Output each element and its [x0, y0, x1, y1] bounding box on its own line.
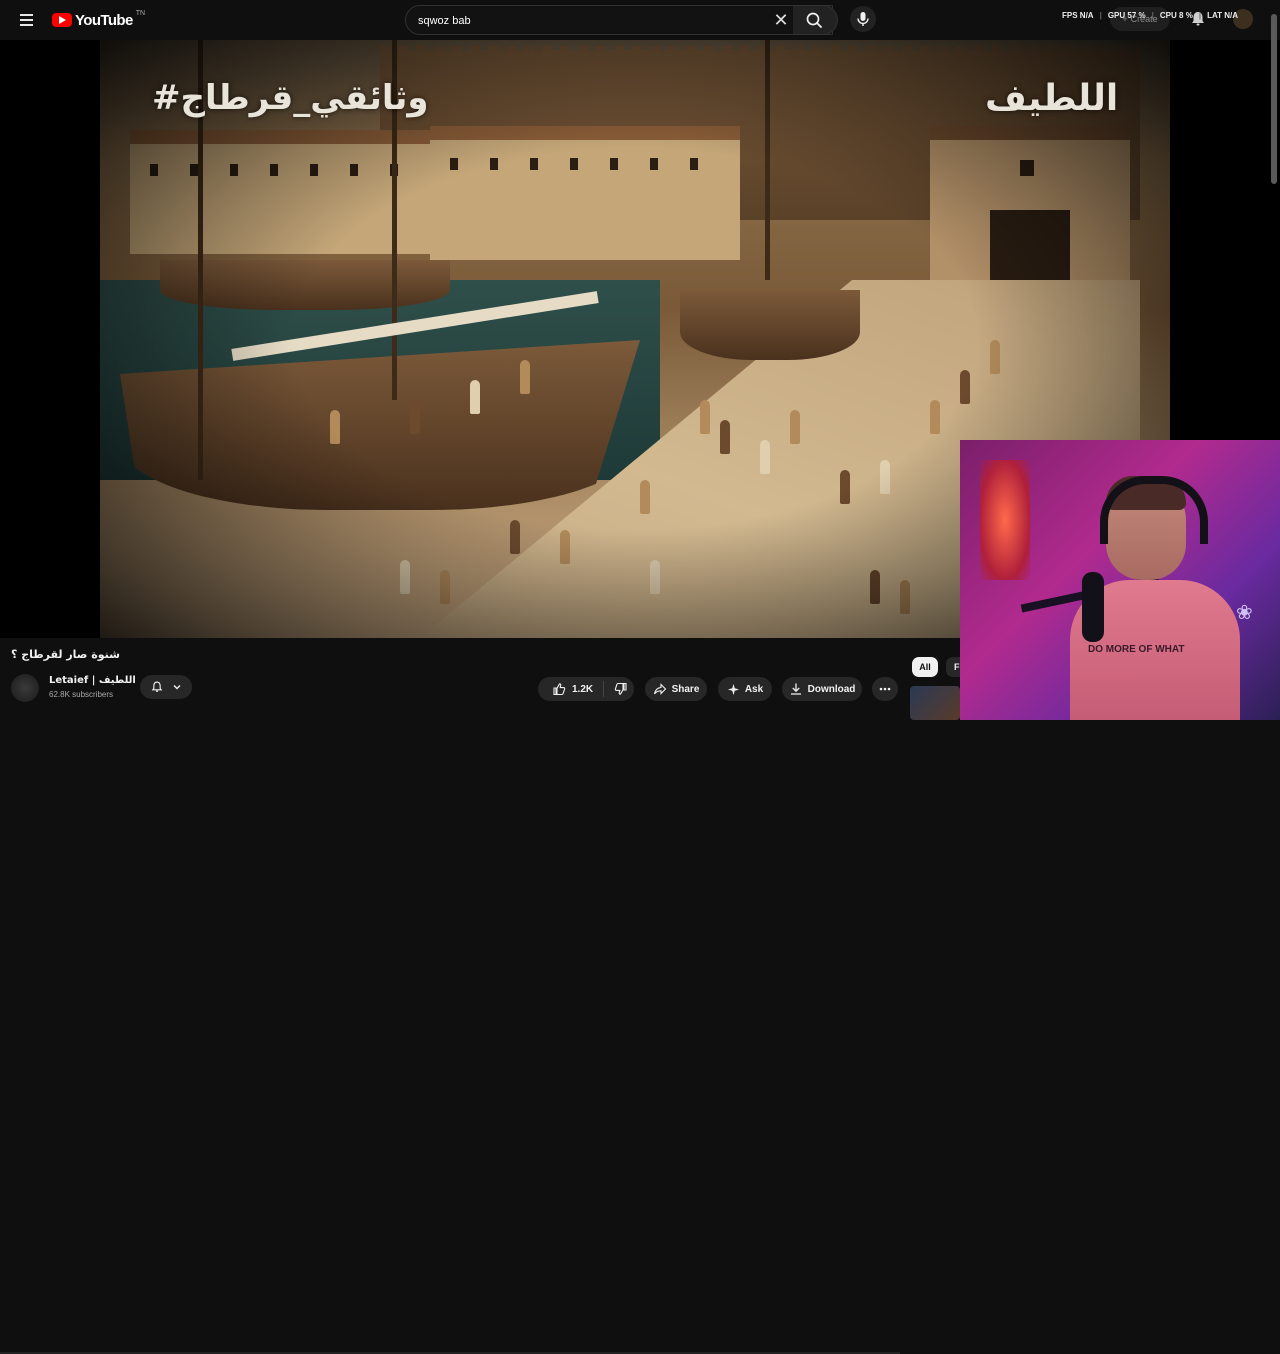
search-icon	[806, 12, 822, 28]
bell-icon	[151, 681, 163, 692]
video-info-panel: شنوة صار لقرطاج ؟ Letaief | اللطيف 62.8K…	[0, 638, 960, 1354]
share-label: Share	[671, 683, 700, 695]
streamer-webcam: DO MORE OF WHAT ❀	[960, 440, 1280, 720]
subscriber-count: 62.8K subscribers	[49, 690, 114, 699]
gpu-label: GPU	[1107, 11, 1126, 20]
overlay-separator: |	[1099, 11, 1102, 20]
download-button[interactable]: Download	[782, 677, 862, 701]
page-scrollbar[interactable]	[1271, 14, 1277, 184]
thumbs-up-icon	[553, 683, 566, 696]
search-input[interactable]	[416, 6, 780, 36]
scene-building-left	[130, 130, 430, 254]
mic-icon	[857, 12, 869, 26]
flower-decoration-icon: ❀	[1236, 602, 1253, 624]
ask-button[interactable]: Ask	[718, 677, 772, 701]
like-dislike-group: 1.2K	[538, 677, 634, 701]
clear-search-icon[interactable]: ✕	[770, 10, 792, 30]
youtube-logo[interactable]: YouTube TN	[52, 10, 145, 30]
like-count: 1.2K	[572, 683, 594, 695]
menu-icon[interactable]	[12, 6, 40, 34]
share-button[interactable]: Share	[645, 677, 707, 701]
subscribed-notifications-button[interactable]	[140, 675, 192, 699]
search-button[interactable]	[793, 5, 838, 35]
overlay-separator: |	[1198, 11, 1202, 20]
webcam-shirt-text: DO MORE OF WHAT	[1088, 644, 1185, 655]
cpu-label: CPU	[1159, 11, 1177, 20]
scene-ship-right	[680, 290, 860, 360]
voice-search-button[interactable]	[850, 6, 876, 32]
download-label: Download	[807, 683, 856, 695]
chevron-down-icon	[173, 685, 181, 690]
logo-text: YouTube	[75, 11, 133, 29]
scene-warehouse	[930, 126, 1130, 280]
search-box: ✕	[405, 5, 833, 36]
download-icon	[790, 683, 801, 695]
channel-avatar[interactable]	[11, 674, 39, 702]
performance-overlay: FPS N/A | GPU 57 % | CPU 8 % | LAT N/A	[1062, 11, 1238, 20]
microphone-icon	[1082, 572, 1104, 642]
scene-mast	[765, 40, 770, 280]
scene-ship-back	[160, 260, 450, 310]
share-icon	[653, 683, 666, 695]
logo-country-code: TN	[135, 9, 146, 17]
fps-label: FPS	[1062, 11, 1078, 20]
channel-name[interactable]: Letaief | اللطيف	[49, 675, 136, 686]
more-actions-button[interactable]	[872, 677, 898, 701]
video-overlay-hashtag: #وثائقي_قرطاج	[152, 78, 429, 118]
scene-building-center	[430, 126, 740, 260]
thumbs-down-icon	[614, 682, 627, 695]
more-horizontal-icon	[879, 687, 891, 691]
scene-wall-crenellation	[380, 46, 1140, 56]
lat-label: LAT	[1207, 11, 1223, 20]
lat-value: N/A	[1224, 11, 1239, 20]
gpu-value: 57 %	[1127, 11, 1146, 20]
video-title: شنوة صار لقرطاج ؟	[11, 648, 120, 661]
dislike-button[interactable]	[604, 682, 628, 696]
video-overlay-channel-name: اللطيف	[985, 78, 1119, 119]
youtube-play-icon	[52, 13, 72, 27]
cpu-value: 8 %	[1179, 11, 1193, 20]
chip-all[interactable]: All	[912, 657, 938, 677]
headphones-icon	[1100, 476, 1208, 544]
like-button[interactable]: 1.2K	[538, 681, 605, 697]
overlay-separator: |	[1151, 11, 1154, 20]
chip-next[interactable]: F	[946, 657, 960, 677]
sparkle-icon	[727, 683, 739, 695]
masthead: YouTube TN ✕ + Create FPS N/A | GPU 57 %…	[0, 0, 1280, 40]
webcam-lamp	[980, 460, 1030, 580]
fps-value: N/A	[1079, 11, 1094, 20]
ask-label: Ask	[744, 683, 764, 695]
recommended-video-thumbnail[interactable]	[910, 686, 960, 720]
